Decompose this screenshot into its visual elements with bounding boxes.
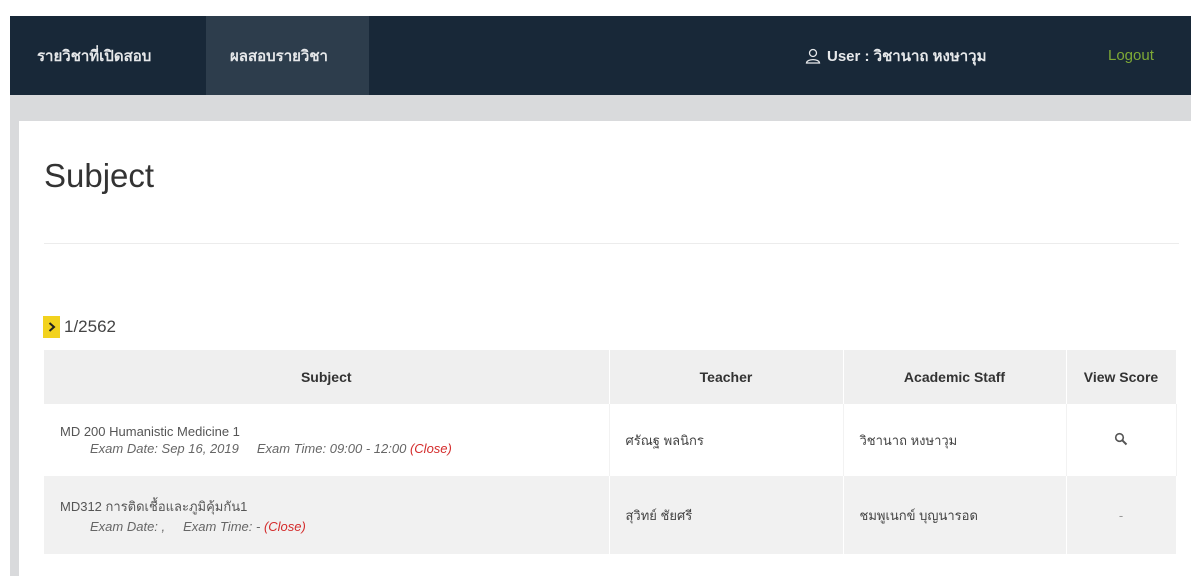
- term-label: 1/2562: [64, 317, 116, 336]
- table-header-row: Subject Teacher Academic Staff View Scor…: [44, 350, 1177, 404]
- table-row: MD312 การติดเชื้อและภูมิคุ้มกัน1 Exam Da…: [44, 476, 1177, 554]
- teacher-cell: ศรัณฐ พลนิกร: [609, 404, 844, 476]
- term-header: 1/2562: [43, 315, 116, 339]
- exam-info: Exam Date: , Exam Time: - (Close): [90, 519, 593, 534]
- user-icon: [805, 48, 821, 64]
- view-score-cell: [1066, 404, 1177, 476]
- nav-item-label: รายวิชาที่เปิดสอบ: [37, 47, 152, 65]
- exam-status: (Close): [409, 441, 452, 456]
- column-header-view-score: View Score: [1066, 350, 1177, 404]
- term-toggle-button[interactable]: [43, 316, 60, 338]
- academic-staff-cell: ชมพูเนกข์ บุญนารอด: [843, 476, 1067, 554]
- academic-staff-cell: วิชานาถ หงษาวุม: [843, 404, 1067, 476]
- view-score-unavailable: -: [1118, 507, 1124, 523]
- top-navbar: รายวิชาที่เปิดสอบ ผลสอบรายวิชา User : วิ…: [10, 16, 1191, 95]
- table-row: MD 200 Humanistic Medicine 1 Exam Date: …: [44, 404, 1177, 476]
- page-title: Subject: [44, 157, 155, 194]
- title-divider: [44, 243, 1179, 244]
- teacher-cell: สุวิทย์ ชัยศรี: [609, 476, 844, 554]
- nav-item-exam-results[interactable]: ผลสอบรายวิชา: [206, 16, 369, 95]
- exam-info: Exam Date: Sep 16, 2019 Exam Time: 09:00 …: [90, 441, 593, 456]
- view-score-cell: -: [1066, 476, 1177, 554]
- search-icon[interactable]: [1114, 432, 1128, 449]
- main-content: Subject 1/2562 Subject Teacher Academic …: [19, 121, 1191, 576]
- exam-date: Exam Date: ,: [90, 519, 166, 534]
- exam-date: Exam Date: Sep 16, 2019: [90, 441, 239, 456]
- exam-status: (Close): [263, 519, 306, 534]
- chevron-right-icon: [48, 322, 56, 332]
- subject-table: Subject Teacher Academic Staff View Scor…: [44, 350, 1177, 554]
- user-info: User : วิชานาถ หงษาวุม: [805, 16, 986, 95]
- column-header-academic-staff: Academic Staff: [843, 350, 1067, 404]
- nav-item-open-subjects[interactable]: รายวิชาที่เปิดสอบ: [10, 16, 206, 95]
- column-header-teacher: Teacher: [609, 350, 844, 404]
- exam-time: Exam Time: 09:00 - 12:00: [256, 441, 407, 456]
- column-header-subject: Subject: [44, 350, 610, 404]
- exam-time: Exam Time: -: [183, 519, 261, 534]
- user-label: User : วิชานาถ หงษาวุม: [827, 47, 987, 65]
- subject-name: MD 200 Humanistic Medicine 1: [60, 424, 240, 439]
- nav-item-label: ผลสอบรายวิชา: [230, 47, 328, 65]
- subject-cell: MD 200 Humanistic Medicine 1 Exam Date: …: [44, 404, 610, 476]
- subject-cell: MD312 การติดเชื้อและภูมิคุ้มกัน1 Exam Da…: [44, 476, 610, 554]
- logout-label: Logout: [1108, 47, 1154, 64]
- subject-name: MD312 การติดเชื้อและภูมิคุ้มกัน1: [60, 499, 248, 514]
- logout-link[interactable]: Logout: [1108, 16, 1154, 95]
